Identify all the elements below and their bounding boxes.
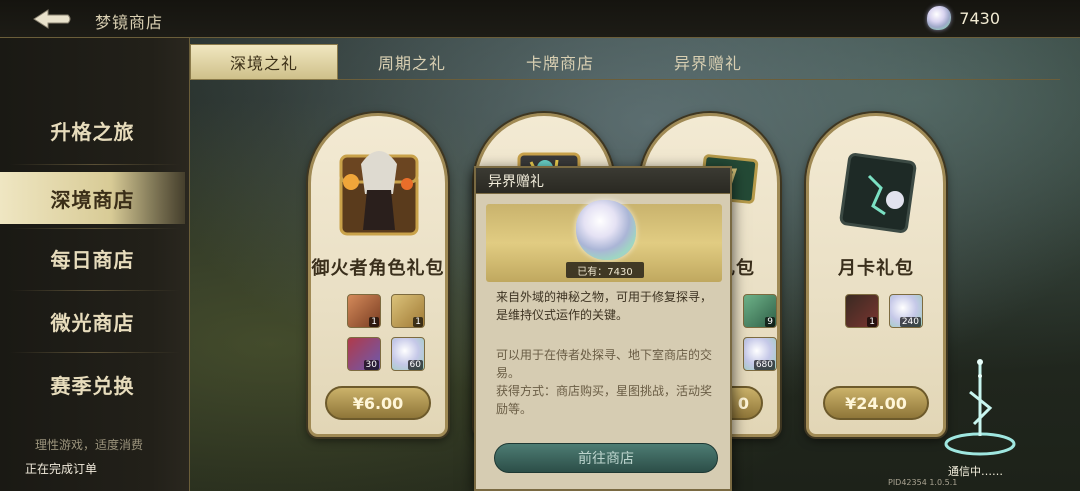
item-count: 30 (363, 360, 379, 370)
sidebar-divider (10, 228, 180, 229)
sidebar-item-label: 微光商店 (50, 310, 135, 335)
version-label: PID42354 1.0.5.1 (888, 478, 958, 487)
tab-label: 卡牌商店 (525, 54, 594, 73)
item-count: 1 (413, 317, 423, 327)
rainbow-crystal-icon[interactable]: 240 (889, 294, 923, 328)
sidebar-divider (10, 164, 180, 165)
health-notice: 理性游戏，适度消费 (35, 438, 144, 452)
top-bar: 梦镜商店 7430 (0, 0, 1080, 38)
item-count: 1 (369, 317, 379, 327)
sidebar-item-label: 升格之旅 (50, 119, 135, 144)
item-description: 来自外域的神秘之物，可用于修复探寻，是维持仪式运作的关键。 (496, 290, 713, 322)
tab-otherworld-gift[interactable]: 异界赠礼 (634, 44, 782, 80)
order-status: 正在完成订单 (25, 462, 98, 476)
tab-label: 周期之礼 (377, 54, 446, 73)
tab-bar: 深境之礼 周期之礼 卡牌商店 异界赠礼 (190, 44, 1060, 80)
buy-button[interactable]: ¥6.00 (325, 386, 431, 420)
tab-label: 异界赠礼 (673, 54, 742, 73)
currency-amount: 7430 (959, 8, 1000, 28)
rainbow-crystal-icon (576, 200, 636, 260)
pack-card[interactable]: 御火者角色礼包 1 1 30 60 ¥6.00 (308, 113, 448, 437)
sidebar-item-season-exchange[interactable]: 赛季兑换 (0, 358, 185, 410)
item-count: 1 (867, 317, 877, 327)
key-scroll-icon[interactable]: 1 (391, 294, 425, 328)
rainbow-crystal-icon[interactable]: 680 (743, 337, 777, 371)
back-arrow-icon (33, 9, 71, 29)
sidebar-item-label: 每日商店 (50, 247, 135, 272)
buy-button[interactable]: ¥24.00 (823, 386, 929, 420)
tab-abyss-gift[interactable]: 深境之礼 (190, 44, 338, 80)
rainbow-crystal-icon[interactable]: 60 (391, 337, 425, 371)
popup-title: 异界赠礼 (476, 168, 730, 194)
go-to-shop-button[interactable]: 前往商店 (494, 443, 718, 473)
sidebar-item-glimmer-shop[interactable]: 微光商店 (0, 295, 185, 347)
fire-wielder-character-art-icon (339, 151, 419, 236)
sidebar-item-ascension[interactable]: 升格之旅 (0, 104, 185, 156)
sidebar-item-abyss-shop[interactable]: 深境商店 (0, 172, 185, 224)
item-count: 680 (753, 360, 775, 370)
green-gem-icon[interactable]: 9 (743, 294, 777, 328)
item-count: 60 (407, 360, 423, 370)
item-detail-popup: 异界赠礼 已有：7430 来自外域的神秘之物，可用于修复探寻，是维持仪式运作的关… (474, 166, 732, 491)
red-crystal-icon[interactable]: 30 (347, 337, 381, 371)
sidebar-divider (10, 352, 180, 353)
pack-card[interactable]: 月卡礼包 1 240 ¥24.00 (806, 113, 946, 437)
item-usage: 可以用于在侍者处探寻、地下室商店的交易。 (496, 348, 713, 380)
sidebar-item-daily-shop[interactable]: 每日商店 (0, 232, 185, 284)
sidebar-divider (10, 290, 180, 291)
item-source: 获得方式：商店购买，星图挑战，活动奖励等。 (496, 384, 713, 416)
item-count: 240 (899, 317, 921, 327)
comm-status: 通信中…… (948, 465, 1003, 478)
currency-display: 7430 (927, 6, 1000, 30)
pack-title: 月卡礼包 (838, 258, 914, 279)
character-portrait-icon[interactable]: 1 (347, 294, 381, 328)
rune-card-icon[interactable]: 1 (845, 294, 879, 328)
popup-banner: 已有：7430 (486, 200, 722, 282)
sidebar-item-label: 赛季兑换 (50, 373, 135, 398)
rune-card-art-icon (839, 153, 917, 233)
portal-beacon-icon[interactable] (940, 352, 1020, 462)
tab-card-shop[interactable]: 卡牌商店 (486, 44, 634, 80)
sidebar: 升格之旅 深境商店 每日商店 微光商店 赛季兑换 理性游戏，适度消费 正在完成订… (0, 38, 190, 491)
item-count: 9 (765, 317, 775, 327)
sidebar-item-label: 深境商店 (50, 187, 135, 212)
pack-title: 御火者角色礼包 (311, 258, 445, 279)
tab-label: 深境之礼 (229, 54, 298, 73)
tab-periodic-gift[interactable]: 周期之礼 (338, 44, 486, 80)
owned-count: 已有：7430 (566, 262, 644, 278)
page-title: 梦镜商店 (95, 13, 164, 32)
rainbow-crystal-icon (927, 6, 952, 30)
back-button[interactable] (30, 6, 74, 32)
